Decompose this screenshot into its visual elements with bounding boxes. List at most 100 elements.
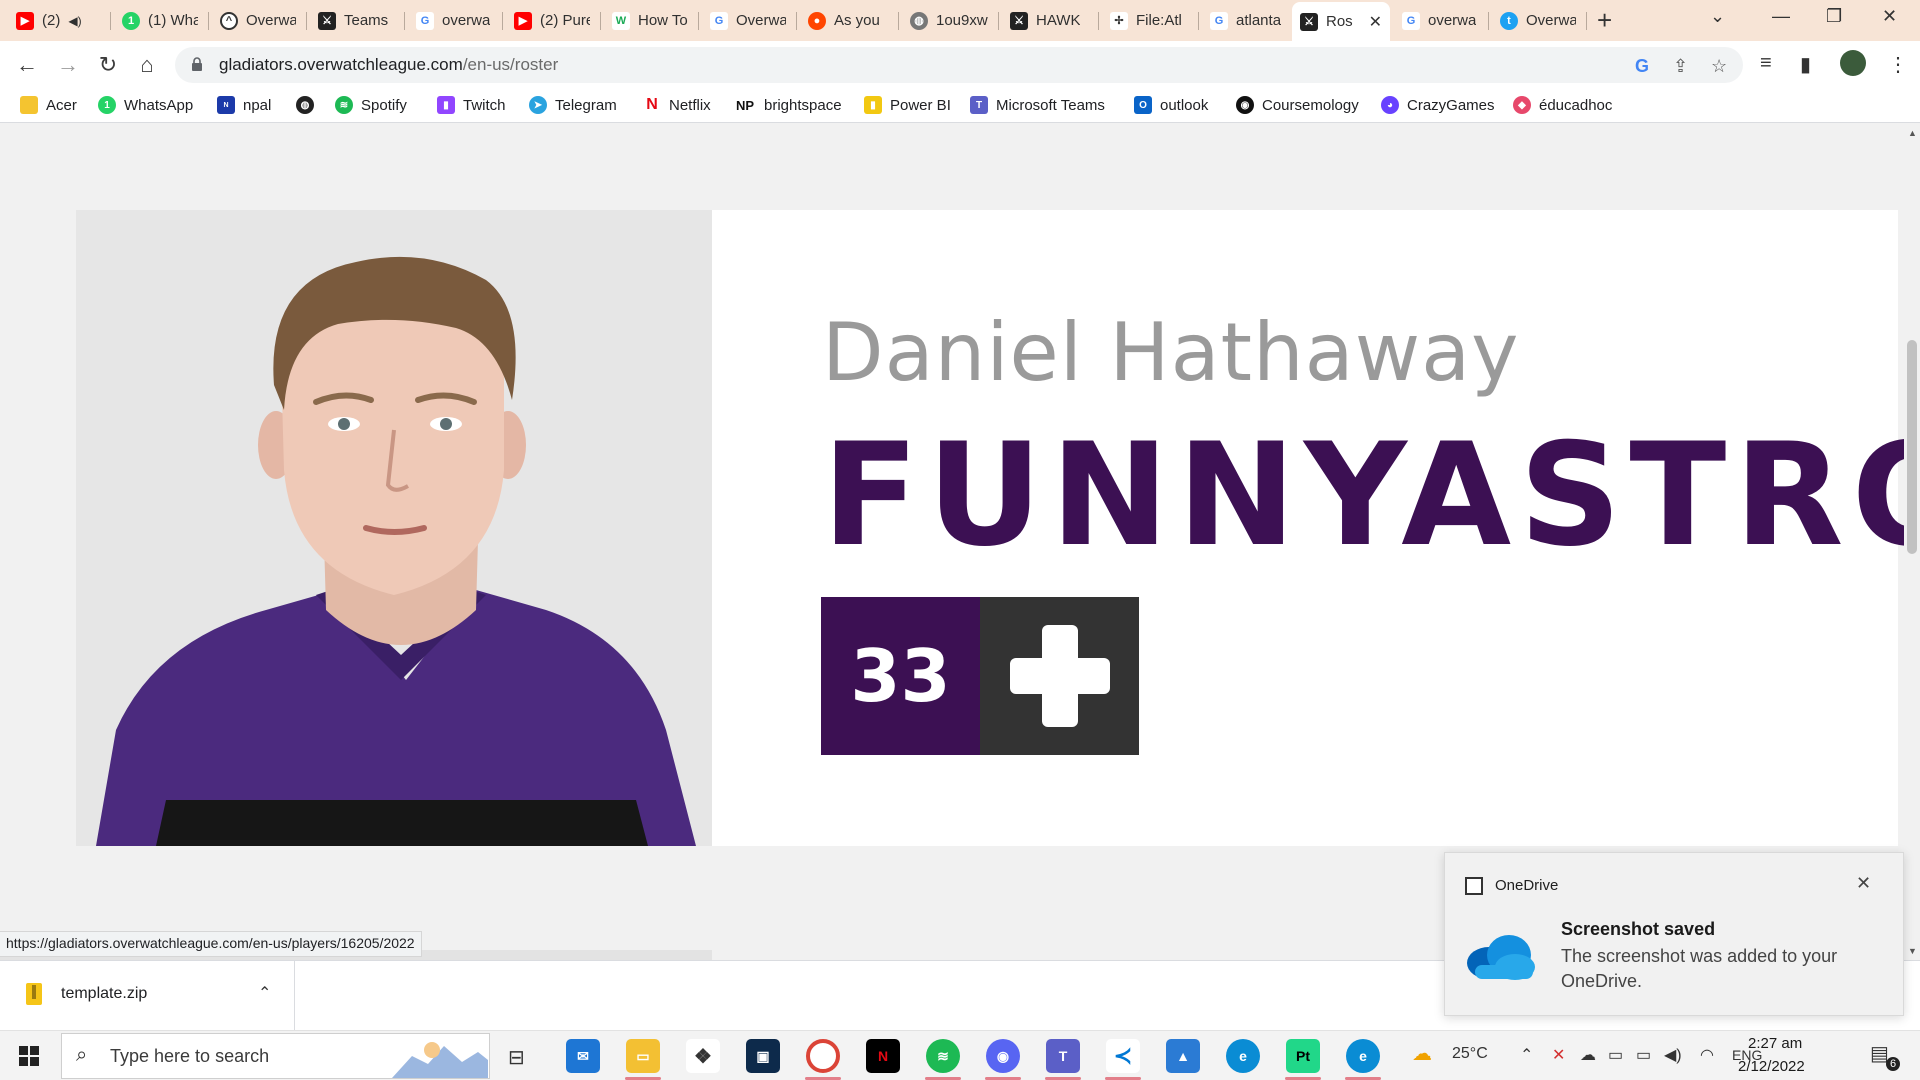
url-text[interactable]: gladiators.overwatchleague.com/en-us/ros…: [219, 55, 558, 75]
tab-1[interactable]: ▶ (2) ◀): [8, 4, 106, 37]
tab-7[interactable]: W How To: [604, 4, 696, 37]
edge-dev-icon[interactable]: e: [1346, 1039, 1380, 1073]
teams-app-icon[interactable]: T: [1046, 1039, 1080, 1073]
wifi-icon[interactable]: ◠: [1700, 1045, 1714, 1065]
task-view-icon[interactable]: ⊟: [508, 1045, 525, 1070]
photos-app-icon[interactable]: ▲: [1166, 1039, 1200, 1073]
tab-9[interactable]: ● As you: [800, 4, 896, 37]
bookmark-star-icon[interactable]: ☆: [1711, 56, 1727, 77]
chevron-up-icon[interactable]: ⌃: [1520, 1045, 1533, 1065]
bookmark-brightspace[interactable]: NP brightspace: [734, 96, 842, 114]
player-card[interactable]: Daniel Hathaway FUNNYASTRO 33: [76, 210, 1904, 846]
brightspace-icon: NP: [734, 96, 756, 114]
tab-4[interactable]: ⚔ Teams: [310, 4, 402, 37]
pycharm-icon[interactable]: Pt: [1286, 1039, 1320, 1073]
spotify-app-icon[interactable]: ≋: [926, 1039, 960, 1073]
close-window-button[interactable]: ✕: [1882, 6, 1897, 27]
tab-label: (2) Pure: [540, 12, 590, 29]
player-handle: FUNNYASTRO: [822, 413, 1904, 578]
close-icon[interactable]: ✕: [1856, 873, 1871, 894]
google-lens-icon[interactable]: G: [1635, 56, 1649, 77]
file-explorer-icon[interactable]: ▭: [626, 1039, 660, 1073]
clock-date[interactable]: 2/12/2022: [1738, 1058, 1805, 1075]
bookmark-netflix[interactable]: N Netflix: [643, 96, 711, 114]
tab-11[interactable]: ⚔ HAWK: [1002, 4, 1096, 37]
bookmark-acer[interactable]: Acer: [20, 96, 77, 114]
browser-toolbar: ← → ↻ ⌂ gladiators.overwatchleague.com/e…: [0, 41, 1920, 89]
twitter-icon: t: [1500, 11, 1518, 30]
netflix-icon: N: [643, 96, 661, 114]
dropbox-icon[interactable]: ❖: [686, 1039, 720, 1073]
taskbar-search-box[interactable]: ⌕ Type here to search: [61, 1033, 490, 1079]
bookmark-outlook[interactable]: O outlook: [1134, 96, 1208, 114]
home-button[interactable]: ⌂: [133, 51, 161, 79]
speaker-icon[interactable]: ◀): [68, 14, 81, 28]
bookmark-educadhoc[interactable]: ◆ éducadhoc: [1513, 96, 1612, 114]
reload-button[interactable]: ↻: [94, 51, 122, 79]
tab-label: overwa: [442, 12, 491, 29]
bookmark-globe[interactable]: ◍: [296, 96, 314, 114]
close-tab-icon[interactable]: ✕: [1369, 12, 1382, 32]
tab-search-icon[interactable]: ⌄: [1710, 6, 1725, 27]
scroll-up-arrow-icon[interactable]: ▲: [1908, 128, 1917, 138]
lock-icon[interactable]: [191, 57, 203, 71]
bookmark-powerbi[interactable]: ▮ Power BI: [864, 96, 951, 114]
bookmark-microsoft-teams[interactable]: T Microsoft Teams: [970, 96, 1105, 114]
bookmark-whatsapp[interactable]: 1 WhatsApp: [98, 96, 193, 114]
network-warning-icon[interactable]: ✕: [1552, 1045, 1565, 1065]
mail-app-icon[interactable]: ✉: [566, 1039, 600, 1073]
scroll-down-arrow-icon[interactable]: ▼: [1908, 946, 1917, 956]
tab-6[interactable]: ▶ (2) Pure: [506, 4, 598, 37]
tab-12[interactable]: ✢ File:Atl: [1102, 4, 1196, 37]
download-item[interactable]: template.zip ⌃: [0, 961, 295, 1031]
chevron-up-icon[interactable]: ⌃: [258, 983, 271, 1003]
scrollbar-thumb[interactable]: [1907, 340, 1917, 554]
chrome-icon[interactable]: [806, 1039, 840, 1073]
meet-now-icon[interactable]: ▭: [1608, 1045, 1623, 1065]
forward-button[interactable]: →: [54, 51, 82, 79]
tab-16[interactable]: t Overwa: [1492, 4, 1584, 37]
bookmark-npal[interactable]: N npal: [217, 96, 271, 114]
gladiators-icon: ⚔: [318, 11, 336, 30]
tab-8[interactable]: G Overwa: [702, 4, 794, 37]
edge-icon[interactable]: e: [1226, 1039, 1260, 1073]
vscode-icon[interactable]: ≺: [1106, 1039, 1140, 1073]
tab-2[interactable]: 1 (1) Wha: [114, 4, 206, 37]
weather-temperature[interactable]: 25°C: [1452, 1045, 1488, 1063]
battery-icon[interactable]: ▭: [1636, 1045, 1651, 1065]
player-photo[interactable]: [76, 210, 712, 846]
discord-icon[interactable]: ◉: [986, 1039, 1020, 1073]
tab-15[interactable]: G overwa: [1394, 4, 1486, 37]
menu-kebab-icon[interactable]: ⋮: [1888, 52, 1908, 77]
new-tab-button[interactable]: +: [1597, 7, 1612, 33]
bookmark-coursemology[interactable]: ◉ Coursemology: [1236, 96, 1359, 114]
cloud-sync-icon[interactable]: ☁: [1580, 1045, 1596, 1065]
clock-time[interactable]: 2:27 am: [1748, 1035, 1802, 1052]
volume-icon[interactable]: ◀): [1664, 1045, 1682, 1065]
tab-13[interactable]: G atlanta: [1202, 4, 1294, 37]
restore-button[interactable]: ❐: [1826, 6, 1842, 27]
bookmark-crazygames[interactable]: ◕ CrazyGames: [1381, 96, 1495, 114]
weather-icon[interactable]: ☁: [1412, 1041, 1432, 1066]
bookmark-spotify[interactable]: ≋ Spotify: [335, 96, 407, 114]
bookmark-telegram[interactable]: ➤ Telegram: [529, 96, 617, 114]
tab-label: (2): [42, 12, 61, 29]
minimize-button[interactable]: —: [1772, 6, 1790, 27]
side-panel-icon[interactable]: ▮: [1800, 52, 1811, 77]
share-icon[interactable]: ⇪: [1673, 56, 1688, 77]
tab-10[interactable]: ◍ 1ou9xw: [902, 4, 996, 37]
profile-avatar[interactable]: [1840, 50, 1866, 76]
address-bar[interactable]: gladiators.overwatchleague.com/en-us/ros…: [175, 47, 1743, 83]
reading-list-icon[interactable]: ≡: [1760, 52, 1772, 75]
onedrive-notification[interactable]: OneDrive ✕ Screenshot saved The screensh…: [1444, 852, 1904, 1016]
web-page: Daniel Hathaway FUNNYASTRO 33: [0, 124, 1904, 960]
bookmark-twitch[interactable]: ▮ Twitch: [437, 96, 506, 114]
windows-start-icon[interactable]: [19, 1046, 39, 1066]
cursor-app-icon[interactable]: ▣: [746, 1039, 780, 1073]
netflix-app-icon[interactable]: N: [866, 1039, 900, 1073]
tab-3[interactable]: ^ Overwa: [212, 4, 304, 37]
back-button[interactable]: ←: [13, 51, 41, 79]
bookmark-label: Spotify: [361, 96, 407, 114]
tab-14-active[interactable]: ⚔ Ros ✕: [1292, 2, 1390, 41]
tab-5[interactable]: G overwa: [408, 4, 500, 37]
